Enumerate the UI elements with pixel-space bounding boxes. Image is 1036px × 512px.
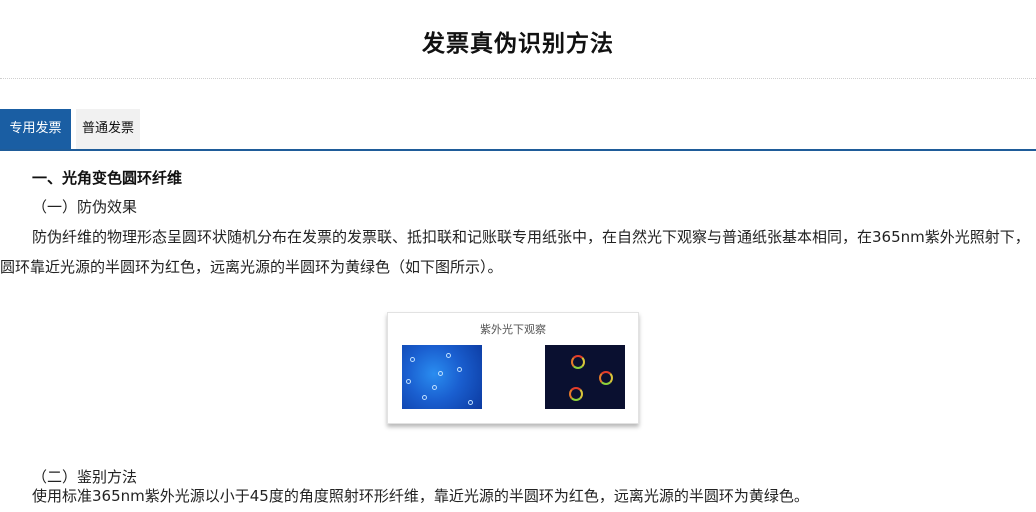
- paragraph-method: 使用标准365nm紫外光源以小于45度的角度照射环形纤维，靠近光源的半圆环为红色…: [32, 487, 809, 505]
- section-heading-fiber: 一、光角变色圆环纤维: [32, 169, 183, 187]
- tab-ordinary-invoice[interactable]: 普通发票: [76, 109, 140, 149]
- paragraph-effect: 防伪纤维的物理形态呈圆环状随机分布在发票的发票联、抵扣联和记账联专用纸张中，在自…: [0, 228, 1030, 276]
- uv-image-blue-paper: [402, 345, 482, 409]
- page: 发票真伪识别方法 专用发票 普通发票 一、光角变色圆环纤维 （一）防伪效果 防伪…: [0, 0, 1036, 512]
- sub-heading-effect: （一）防伪效果: [32, 198, 138, 216]
- tab-special-invoice[interactable]: 专用发票: [0, 109, 71, 149]
- page-title: 发票真伪识别方法: [422, 31, 614, 57]
- ring-mark: [599, 371, 613, 385]
- uv-image-rings: [545, 345, 625, 409]
- tab-bar: 专用发票 普通发票: [0, 109, 1036, 151]
- ring-mark: [569, 387, 583, 401]
- page-header: 发票真伪识别方法: [0, 0, 1036, 79]
- uv-figure: 紫外光下观察: [387, 312, 639, 424]
- ring-mark: [571, 355, 585, 369]
- figure-caption: 紫外光下观察: [480, 323, 546, 336]
